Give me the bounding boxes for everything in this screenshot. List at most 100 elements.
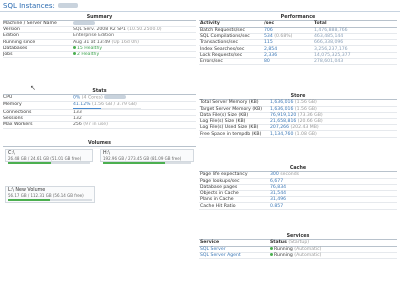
summary-label: Edition (3, 33, 19, 39)
stats-row-memory: Memory 41.12% (1.56 GB / 3.79 GB) (3, 102, 196, 110)
table-cell: Target Server Memory (KB) (199, 106, 269, 113)
page-header: SQL Instances: (3, 1, 78, 10)
performance-title: Performance (199, 14, 397, 21)
running-status-icon (270, 246, 273, 250)
cpu-cores: (4 Cores) (81, 95, 103, 101)
memory-sub: (1.56 GB / 3.79 GB) (92, 102, 137, 107)
version-value: SQL Serv. 2008 R2 SP1 (73, 27, 126, 33)
volume-usage: 192.96 GB / 273.45 GB (81.09 GB free) (103, 156, 182, 161)
jobs-link[interactable]: 2 Healthy (77, 52, 99, 57)
service-startup: (Automatic) (294, 253, 322, 259)
store-panel: Store Total Server Memory (KB) 1,636,016 … (199, 93, 397, 138)
mouse-cursor-icon: ↖ (30, 84, 36, 92)
edition-value: Enterprise Edition (73, 33, 114, 39)
cell-value: 534 (264, 34, 273, 40)
performance-panel: Performance Activity /sec Total Batch Re… (199, 14, 397, 66)
databases-link[interactable]: 15 Healthy (77, 46, 102, 51)
redacted-value (104, 95, 127, 99)
instance-name-redacted[interactable] (57, 3, 78, 8)
cell-value: 76,919,120 (270, 112, 297, 118)
summary-label: Version (3, 27, 20, 33)
status-header: Status (270, 240, 287, 246)
stats-value: 0% (4 Cores) (73, 95, 127, 101)
startup-header: (Startup) (288, 240, 310, 246)
running-status-icon (270, 253, 273, 257)
summary-row-jobs[interactable]: Jobs 2 Healthy (3, 51, 196, 59)
stats-row-maxworkers: Max Workers 256 (97 in use) (3, 122, 196, 129)
cell-sub: (202.43 MB) (290, 125, 319, 131)
redacted-value (73, 21, 95, 25)
table-cell: Free Space in tempdb (KB) (199, 130, 269, 138)
store-table: Total Server Memory (KB) 1,636,016 (1.56 … (199, 100, 397, 138)
healthy-status-icon (73, 51, 76, 55)
table-row: Cache Hit Ratio 0.857 (199, 202, 397, 210)
stats-value: 256 (97 in use) (73, 122, 108, 127)
running-value: Aug 31 at 13:49 (73, 39, 111, 45)
summary-label: Running since (3, 39, 36, 45)
table-row[interactable]: SQL Server Agent Running (Automatic) (199, 252, 397, 260)
summary-panel: Summary Machine / Server Name Version SQ… (3, 14, 196, 59)
services-table: Service Status (Startup) SQL Server Runni… (199, 240, 397, 260)
volume-bar-fill (103, 162, 165, 164)
summary-value: SQL Serv. 2008 R2 SP1 (10.50.2500.0) (73, 27, 162, 32)
cell-value: 1,636,016 (270, 106, 294, 112)
version-sub: (10.50.2500.0) (127, 27, 162, 33)
summary-label: Databases (3, 45, 28, 51)
cache-title: Cache (199, 165, 397, 172)
stats-label: Connections (3, 110, 32, 115)
store-title: Store (199, 93, 397, 100)
table-row: Errors/sec 80 278,601,043 (199, 58, 397, 66)
cell-sub: (73.36 GB) (297, 112, 323, 118)
summary-label: Machine / Server Name (3, 21, 57, 26)
stats-label: Sessions (3, 116, 23, 122)
cell-sub: (1.08 GB) (294, 131, 317, 137)
table-cell: 278,601,043 (313, 58, 397, 66)
service-status: Running (274, 246, 293, 252)
services-panel: Services Service Status (Startup) SQL Se… (199, 233, 397, 260)
header-divider (0, 11, 400, 12)
cache-table: Page life expectancy 300 seconds Page loo… (199, 172, 397, 210)
stats-row-cpu: CPU 0% (4 Cores) (3, 95, 196, 102)
page-title: SQL Instances: (3, 1, 55, 10)
cell-value: 1,134,760 (270, 131, 294, 137)
service-name-link[interactable]: SQL Server Agent (199, 252, 269, 260)
uptime-sub: (Up 16d 0h) (111, 39, 139, 45)
volume-usage: 56.17 GB / 112.31 GB (56.14 GB free) (8, 193, 84, 198)
volume-card-h[interactable]: H:\ 192.96 GB / 273.45 GB (81.09 GB free… (100, 149, 194, 164)
volume-bar (103, 162, 191, 164)
cell-sub: (1.56 GB) (294, 100, 317, 106)
workers-in-use: (97 in use) (83, 122, 108, 128)
service-status: Running (274, 253, 293, 259)
table-cell: 0.857 (269, 202, 397, 210)
cache-panel: Cache Page life expectancy 300 seconds Pa… (199, 165, 397, 210)
healthy-status-icon (73, 45, 76, 49)
volume-card-l[interactable]: L:\ New Volume 56.17 GB / 112.31 GB (56.… (5, 186, 95, 203)
table-cell: Running (Automatic) (269, 252, 397, 260)
volume-bar (8, 199, 92, 201)
volume-card-c[interactable]: C:\ 26.48 GB / 24.61 GB (51.01 GB free) (5, 149, 93, 164)
volume-bar (8, 162, 90, 164)
volume-bar-fill (8, 162, 51, 164)
maxworkers-value: 256 (73, 122, 82, 128)
cell-value: 1,636,016 (270, 100, 294, 106)
summary-title: Summary (3, 14, 196, 21)
cell-value: 300 (270, 172, 279, 178)
table-row: Free Space in tempdb (KB) 1,134,760 (1.08… (199, 130, 397, 138)
stats-label: Max Workers (3, 122, 33, 128)
table-cell: Errors/sec (199, 58, 263, 66)
summary-label: Jobs (3, 51, 13, 57)
cell-value: 21,658,816 (270, 119, 297, 125)
service-startup: (Automatic) (294, 246, 322, 252)
cell-sub: (0.68%) (274, 34, 293, 40)
connections-value: 133 (73, 110, 82, 115)
cell-sub: (20.66 GB) (297, 119, 323, 125)
stats-panel: Stats CPU 0% (4 Cores) Memory 41.12% (1.… (3, 88, 196, 129)
table-cell: 80 (263, 58, 313, 66)
memory-value: 41.12% (73, 102, 91, 107)
performance-table: Activity /sec Total Batch Requests/sec 70… (199, 21, 397, 66)
sessions-value: 132 (73, 116, 82, 122)
cpu-value: 0% (73, 95, 81, 101)
volume-usage: 26.48 GB / 24.61 GB (51.01 GB free) (8, 156, 82, 161)
stats-label: CPU (3, 95, 13, 100)
summary-value: 2 Healthy (73, 51, 99, 57)
